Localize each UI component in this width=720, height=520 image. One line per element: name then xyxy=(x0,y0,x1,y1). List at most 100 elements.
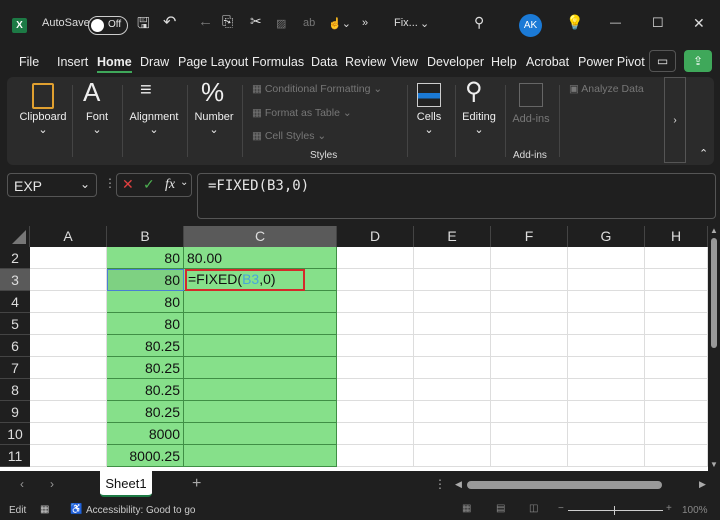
cell-b9[interactable]: 80.25 xyxy=(107,401,184,423)
column-header-a[interactable]: A xyxy=(30,226,107,247)
tab-home[interactable]: Home xyxy=(97,55,132,73)
cell-a2[interactable] xyxy=(30,247,107,269)
cell-g2[interactable] xyxy=(568,247,645,269)
tab-file[interactable]: File xyxy=(19,55,39,69)
format-as-table-button[interactable]: ▦ Format as Table ⌄ xyxy=(252,107,352,119)
cell-h4[interactable] xyxy=(645,291,708,313)
cell-a9[interactable] xyxy=(30,401,107,423)
cell-b6[interactable]: 80.25 xyxy=(107,335,184,357)
row-header[interactable]: 7 xyxy=(0,357,30,379)
cell-h5[interactable] xyxy=(645,313,708,335)
cell-e5[interactable] xyxy=(414,313,491,335)
cell-h2[interactable] xyxy=(645,247,708,269)
zoom-in-button[interactable]: + xyxy=(666,503,672,514)
tab-page-layout[interactable]: Page Layout xyxy=(178,55,248,69)
enter-icon[interactable]: ✓ xyxy=(143,176,155,193)
search-icon[interactable]: ⚲ xyxy=(474,14,484,31)
cell-a4[interactable] xyxy=(30,291,107,313)
cell-c9[interactable] xyxy=(184,401,337,423)
cell-g5[interactable] xyxy=(568,313,645,335)
cell-b5[interactable]: 80 xyxy=(107,313,184,335)
cell-f6[interactable] xyxy=(491,335,568,357)
cell-d7[interactable] xyxy=(337,357,414,379)
tab-view[interactable]: View xyxy=(391,55,418,69)
vertical-scrollbar[interactable]: ▲ ▼ xyxy=(708,226,720,471)
cell-d2[interactable] xyxy=(337,247,414,269)
cell-d5[interactable] xyxy=(337,313,414,335)
cell-c4[interactable] xyxy=(184,291,337,313)
cell-h8[interactable] xyxy=(645,379,708,401)
chevron-down-icon[interactable]: ⌄ xyxy=(80,177,90,191)
back-icon[interactable]: ← xyxy=(198,13,213,30)
row-header[interactable]: 5 xyxy=(0,313,30,335)
undo-icon[interactable]: ↶ xyxy=(163,12,176,32)
cell-f7[interactable] xyxy=(491,357,568,379)
zoom-slider[interactable] xyxy=(568,506,663,515)
next-sheet-icon[interactable]: › xyxy=(50,477,54,491)
row-header[interactable]: 8 xyxy=(0,379,30,401)
cell-h9[interactable] xyxy=(645,401,708,423)
save-icon[interactable]: 🖫 xyxy=(137,13,150,38)
format-painter-icon[interactable]: ▨ xyxy=(276,17,286,30)
cell-e6[interactable] xyxy=(414,335,491,357)
cell-d8[interactable] xyxy=(337,379,414,401)
touch-mode-icon[interactable]: ☝⌄ xyxy=(328,17,351,30)
horizontal-scrollbar[interactable] xyxy=(467,481,662,489)
cell-g4[interactable] xyxy=(568,291,645,313)
cell-h10[interactable] xyxy=(645,423,708,445)
zoom-out-button[interactable]: − xyxy=(558,503,564,514)
cell-f8[interactable] xyxy=(491,379,568,401)
cell-f10[interactable] xyxy=(491,423,568,445)
row-header[interactable]: 6 xyxy=(0,335,30,357)
cell-e10[interactable] xyxy=(414,423,491,445)
font-button[interactable]: Font ⌄ xyxy=(77,111,117,136)
cell-f9[interactable] xyxy=(491,401,568,423)
cell-f2[interactable] xyxy=(491,247,568,269)
tab-review[interactable]: Review xyxy=(345,55,386,69)
tab-power-pivot[interactable]: Power Pivot xyxy=(578,55,645,69)
column-header-c[interactable]: C xyxy=(184,226,337,247)
ribbon-scroll-right[interactable]: › xyxy=(664,77,686,163)
tab-data[interactable]: Data xyxy=(311,55,337,69)
cell-e3[interactable] xyxy=(414,269,491,291)
cell-b7[interactable]: 80.25 xyxy=(107,357,184,379)
file-name[interactable]: Fix... xyxy=(394,17,418,29)
cell-h6[interactable] xyxy=(645,335,708,357)
column-header-d[interactable]: D xyxy=(337,226,414,247)
chevron-down-icon[interactable]: ⌄ xyxy=(180,177,188,188)
tab-draw[interactable]: Draw xyxy=(140,55,169,69)
sheet-tab-sheet1[interactable]: Sheet1 xyxy=(100,471,152,497)
editing-button[interactable]: Editing ⌄ xyxy=(458,111,500,136)
scroll-left-icon[interactable]: ◀ xyxy=(455,479,462,490)
cell-e7[interactable] xyxy=(414,357,491,379)
scroll-down-icon[interactable]: ▼ xyxy=(710,460,718,469)
cell-a6[interactable] xyxy=(30,335,107,357)
cell-f11[interactable] xyxy=(491,445,568,467)
cell-b4[interactable]: 80 xyxy=(107,291,184,313)
page-break-view-icon[interactable]: ◫ xyxy=(529,503,538,514)
cell-c11[interactable] xyxy=(184,445,337,467)
autosave-toggle[interactable]: Off xyxy=(88,16,128,35)
accessibility-status[interactable]: Accessibility: Good to go xyxy=(86,505,196,516)
cancel-icon[interactable]: ✕ xyxy=(122,176,134,193)
cell-a8[interactable] xyxy=(30,379,107,401)
add-sheet-button[interactable]: + xyxy=(192,475,201,493)
copy-icon[interactable]: ⎘ xyxy=(222,13,233,30)
minimize-button[interactable]: — xyxy=(610,17,621,29)
alignment-button[interactable]: Alignment ⌄ xyxy=(125,111,183,136)
cell-f3[interactable] xyxy=(491,269,568,291)
scroll-right-icon[interactable]: ▶ xyxy=(699,479,706,490)
cell-g8[interactable] xyxy=(568,379,645,401)
column-header-f[interactable]: F xyxy=(491,226,568,247)
collapse-ribbon-icon[interactable]: ⌃ xyxy=(699,147,708,160)
column-header-b[interactable]: B xyxy=(107,226,184,247)
cell-b10[interactable]: 8000 xyxy=(107,423,184,445)
cell-e8[interactable] xyxy=(414,379,491,401)
formula-bar-handle[interactable]: ⋮ xyxy=(104,176,116,190)
cell-b3[interactable]: 80 xyxy=(107,269,184,291)
row-header[interactable]: 11 xyxy=(0,445,30,467)
cell-g6[interactable] xyxy=(568,335,645,357)
cell-a5[interactable] xyxy=(30,313,107,335)
chevron-down-icon[interactable]: ⌄ xyxy=(420,17,429,30)
cell-c2[interactable]: 80.00 xyxy=(184,247,337,269)
